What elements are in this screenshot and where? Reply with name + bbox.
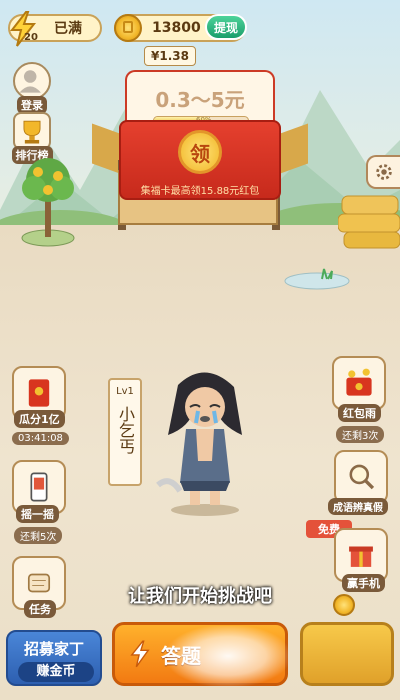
red-rain-remaining: 还剩3次	[336, 426, 385, 443]
idiom-game-label: 成语辨真假	[328, 498, 388, 515]
settings-button[interactable]	[366, 155, 400, 189]
hay-bales	[338, 195, 400, 249]
avatar-icon	[13, 62, 51, 100]
energy-status[interactable]: 20 已满	[8, 11, 102, 47]
energy-level: 20	[24, 32, 38, 43]
share-billion-timer: 03:41:08	[12, 432, 69, 445]
trophy-icon	[13, 112, 51, 150]
red-rain-label: 红包雨	[338, 404, 381, 422]
recruit-button[interactable]: 招募家丁 赚金币	[6, 630, 102, 686]
cash-balance: ¥1.38	[144, 46, 196, 66]
red-rain-button[interactable]	[332, 356, 386, 410]
red-envelope-icon	[28, 379, 50, 407]
phone-shake-icon	[30, 472, 48, 502]
energy-status-text: 已满	[54, 21, 82, 37]
shake-label: 摇一摇	[16, 505, 59, 523]
gift-icon	[349, 546, 373, 567]
idiom-game-button[interactable]	[334, 450, 388, 504]
lightning-icon	[130, 640, 150, 668]
withdraw-button[interactable]: 提现	[205, 14, 247, 40]
coin-amount: 13800	[152, 20, 201, 36]
beggar-character[interactable]	[150, 365, 260, 520]
red-envelope-panel[interactable]: 0.3～5元 60% 领 集福卡最高领15.88元红包	[119, 70, 281, 200]
puddle	[284, 268, 350, 290]
right-action-button[interactable]	[300, 622, 394, 686]
red-rain-icon	[346, 368, 372, 396]
magnifier-icon	[349, 464, 375, 490]
character-name: 小乞丐	[116, 406, 135, 454]
claim-button[interactable]: 领	[178, 130, 222, 174]
share-billion-label: 瓜分1亿	[14, 410, 65, 428]
envelope-range: 0.3～5元	[155, 88, 245, 112]
money-tree[interactable]	[18, 150, 78, 250]
coin-icon	[333, 594, 355, 616]
screen-glare	[168, 626, 288, 686]
character-level: Lv1	[116, 386, 134, 397]
character-name-banner: Lv1 小乞丐	[108, 378, 142, 486]
gear-icon	[376, 164, 392, 180]
recruit-label: 招募家丁	[23, 640, 84, 658]
envelope-caption: 集福卡最高领15.88元红包	[140, 186, 260, 197]
shake-remaining: 还剩5次	[14, 527, 63, 544]
login-button[interactable]: 登录	[10, 62, 54, 114]
recruit-sublabel: 赚金币	[18, 662, 94, 682]
coin-icon	[114, 14, 142, 42]
